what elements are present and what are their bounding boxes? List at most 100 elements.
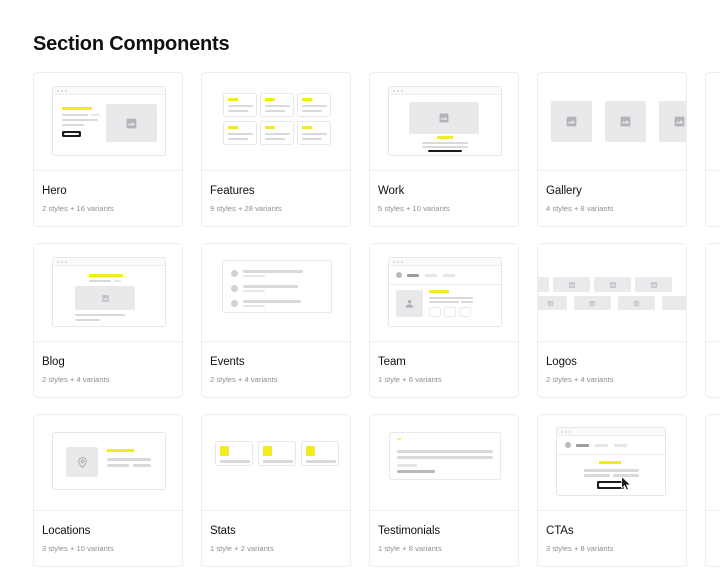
card-title: Locations [42, 525, 91, 537]
window-dot-icon [396, 89, 399, 92]
divider [389, 284, 501, 285]
image-icon [589, 300, 596, 306]
card-subtitle: 2 styles + 4 variants [546, 375, 614, 384]
logo-tile [574, 296, 611, 310]
card-subtitle: 2 styles + 4 variants [42, 375, 110, 384]
nav-item [595, 444, 608, 447]
accent-heading-bar [89, 274, 123, 277]
image-icon [547, 300, 554, 306]
logo-tile [553, 277, 590, 292]
component-card-events[interactable]: Events 2 styles + 4 variants [201, 243, 351, 398]
image-placeholder [75, 286, 135, 310]
component-card-overflow[interactable] [705, 243, 720, 398]
component-card-locations[interactable]: Locations 3 styles + 10 variants [33, 414, 183, 567]
component-card-team[interactable]: Team 1 style + 6 variants [369, 243, 519, 398]
logo-dot-icon [396, 272, 402, 278]
card-subtitle: 1 style + 2 variants [210, 544, 274, 553]
card-meta: Stats 1 style + 2 variants [202, 511, 350, 566]
logo-tile [618, 296, 655, 310]
feature-tile [223, 121, 257, 145]
text-line [62, 114, 88, 116]
map-placeholder [66, 447, 98, 477]
thumbnail-blog [34, 244, 182, 342]
window-dot-icon [400, 260, 403, 263]
component-card-stats[interactable]: Stats 1 style + 2 variants [201, 414, 351, 567]
component-card-testimonials[interactable]: “ Testimonials 1 style + 8 variants [369, 414, 519, 567]
component-card-hero[interactable]: Hero 2 styles + 16 variants [33, 72, 183, 227]
browser-titlebar [389, 87, 501, 95]
mouse-cursor [621, 475, 632, 496]
thumbnail-work [370, 73, 518, 171]
image-icon [609, 281, 616, 288]
browser-frame [52, 86, 166, 156]
nav-item [425, 274, 437, 277]
window-dot-icon [396, 260, 399, 263]
thumbnail-events [202, 244, 350, 342]
thumbnail-team [370, 244, 518, 342]
card-subtitle: 1 style + 6 variants [378, 375, 442, 384]
accent-heading-bar [429, 290, 449, 293]
avatar-placeholder [396, 290, 423, 317]
component-card-work[interactable]: Work 5 styles + 10 variants [369, 72, 519, 227]
browser-frame [556, 427, 666, 496]
card-title: CTAs [546, 525, 574, 537]
divider [557, 454, 665, 455]
component-card-overflow[interactable] [705, 72, 720, 227]
card-title: Logos [546, 356, 577, 368]
nav-item [407, 274, 419, 277]
component-card-features[interactable]: Features 9 styles + 28 variants [201, 72, 351, 227]
avatar-dot-icon [231, 285, 238, 292]
nav-item [614, 444, 627, 447]
window-dot-icon [60, 89, 63, 92]
thumbnail-testimonials: “ [370, 415, 518, 511]
image-icon [633, 300, 640, 306]
thumbnail-stats [202, 415, 350, 511]
logo-tile [538, 296, 567, 310]
text-line [62, 124, 84, 126]
window-dot-icon [57, 89, 59, 92]
stat-tile [301, 441, 339, 466]
component-card-overflow[interactable] [705, 414, 720, 567]
window-dot-icon [561, 430, 563, 433]
card-subtitle: 3 styles + 8 variants [546, 544, 614, 553]
text-line [422, 146, 468, 148]
component-card-blog[interactable]: Blog 2 styles + 4 variants [33, 243, 183, 398]
card-meta: Testimonials 1 style + 8 variants [370, 511, 518, 566]
thumbnail-locations [34, 415, 182, 511]
browser-titlebar [557, 428, 665, 436]
feature-tile [260, 93, 294, 117]
thumbnail-features [202, 73, 350, 171]
window-dot-icon [57, 260, 59, 263]
text-line [89, 280, 111, 282]
card-meta: Locations 3 styles + 10 variants [34, 511, 182, 566]
logo-tile [538, 277, 549, 292]
accent-heading-bar [107, 449, 134, 452]
browser-frame [52, 257, 166, 327]
thumbnail-gallery [538, 73, 686, 171]
thumbnail-hero [34, 73, 182, 171]
card-title: Blog [42, 356, 65, 368]
card-title: Features [210, 185, 255, 197]
browser-titlebar [53, 258, 165, 266]
window-dot-icon [393, 89, 395, 92]
underline-accent [428, 150, 462, 152]
component-card-logos[interactable]: Logos 2 styles + 4 variants [537, 243, 687, 398]
image-icon [566, 116, 577, 127]
browser-frame [388, 257, 502, 327]
feature-tile [297, 93, 331, 117]
thumbnail-logos [538, 244, 686, 342]
card-meta: Team 1 style + 6 variants [370, 342, 518, 397]
accent-heading-bar [62, 107, 92, 110]
stat-tile [258, 441, 296, 466]
image-placeholder [551, 101, 592, 142]
browser-titlebar [53, 87, 165, 95]
swatch-tile [459, 307, 471, 317]
logo-tile [635, 277, 672, 292]
logo-dot-icon [565, 442, 571, 448]
component-card-gallery[interactable]: Gallery 4 styles + 8 variants [537, 72, 687, 227]
image-icon [101, 294, 109, 302]
text-line [114, 280, 121, 282]
card-title: Testimonials [378, 525, 441, 537]
component-card-ctas[interactable]: CTAs 3 styles + 8 variants [537, 414, 687, 567]
card-meta: Work 5 styles + 10 variants [370, 171, 518, 226]
